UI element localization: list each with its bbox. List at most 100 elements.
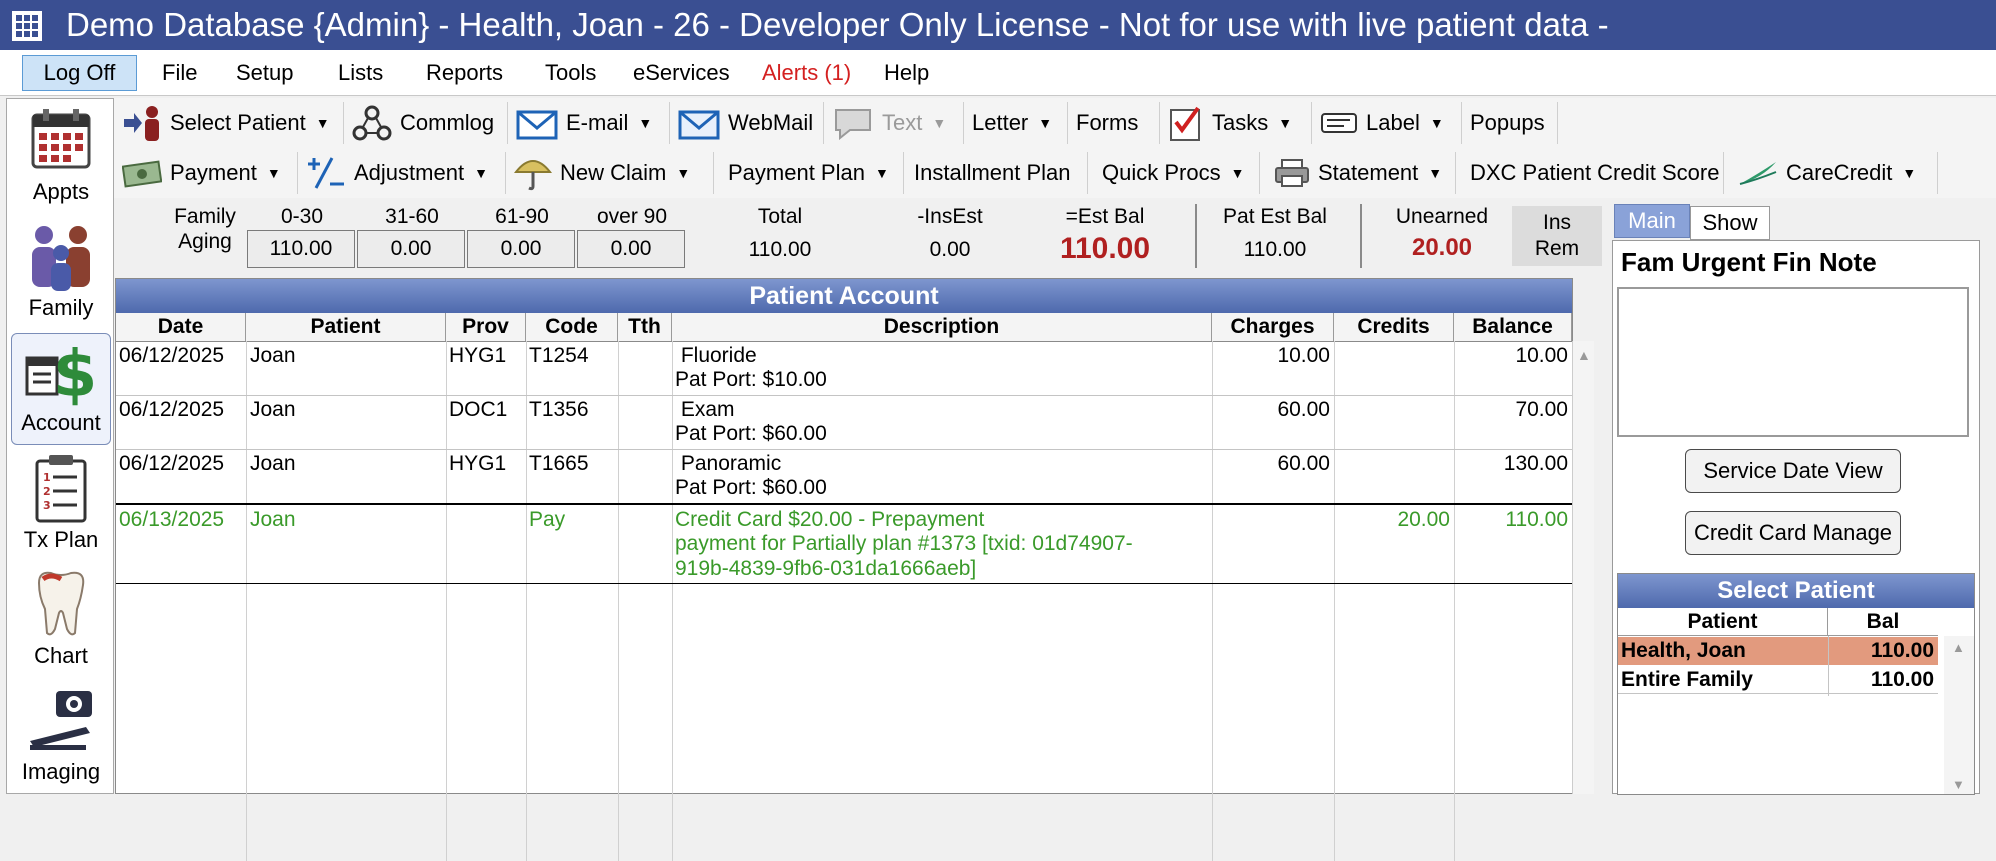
logoff-button[interactable]: Log Off [22, 55, 137, 91]
payment-label: Payment [170, 160, 257, 185]
menu-eservices[interactable]: eServices [633, 60, 730, 86]
col-date[interactable]: Date [116, 313, 246, 341]
carecredit-button[interactable]: CareCredit ▼ [1724, 152, 1938, 194]
menu-file[interactable]: File [162, 60, 197, 86]
new-claim-button[interactable]: New Claim ▼ [506, 152, 714, 194]
ins-rem-button[interactable]: Ins Rem [1512, 206, 1602, 266]
tab-show[interactable]: Show [1690, 206, 1770, 240]
payment-button[interactable]: Payment ▼ [114, 152, 298, 194]
table-row[interactable]: 06/13/2025 Joan Pay Credit Card $20.00 -… [116, 505, 1572, 584]
cell-description: Fluoride [675, 344, 757, 367]
forms-button[interactable]: Forms [1068, 102, 1160, 144]
payment-plan-button[interactable]: Payment Plan ▼ [714, 152, 904, 194]
menu-alerts[interactable]: Alerts (1) [762, 60, 851, 86]
dropdown-arrow-icon[interactable]: ▼ [316, 115, 330, 131]
insest-label: -InsEst [917, 205, 983, 228]
service-date-view-button[interactable]: Service Date View [1685, 449, 1901, 493]
credit-card-manage-button[interactable]: Credit Card Manage [1685, 511, 1901, 555]
select-patient-scrollbar[interactable]: ▲ ▼ [1944, 636, 1974, 794]
ins-rem-line2: Rem [1534, 237, 1580, 260]
fam-note-textarea[interactable] [1617, 287, 1969, 437]
cell-description-line2: Pat Port: $60.00 [675, 422, 827, 445]
scroll-up-icon[interactable]: ▲ [1952, 640, 1965, 655]
module-txplan[interactable]: 123 Tx Plan [11, 449, 111, 561]
scroll-up-icon[interactable]: ▲ [1577, 347, 1591, 363]
installment-plan-button[interactable]: Installment Plan [904, 152, 1088, 194]
col-balance[interactable]: Balance [1454, 313, 1572, 341]
module-bar: Appts Family $ Account 123 Tx Plan Chart… [6, 98, 114, 794]
forms-label: Forms [1076, 110, 1139, 135]
dxc-credit-score-button[interactable]: DXC Patient Credit Score [1456, 152, 1724, 194]
carecredit-logo-icon [1739, 162, 1777, 185]
dropdown-arrow-icon[interactable]: ▼ [676, 165, 690, 181]
tab-main[interactable]: Main [1614, 204, 1690, 238]
account-toolbar: Payment ▼ Adjustment ▼ New Claim ▼ Payment … [114, 148, 1996, 198]
menu-setup[interactable]: Setup [236, 60, 294, 86]
dropdown-arrow-icon[interactable]: ▼ [1278, 115, 1292, 131]
total-label: Total [757, 205, 803, 228]
tasks-button[interactable]: Tasks ▼ [1160, 102, 1312, 144]
list-item[interactable]: Entire Family 110.00 [1618, 666, 1938, 694]
col-description[interactable]: Description [672, 313, 1212, 341]
dropdown-arrow-icon[interactable]: ▼ [474, 165, 488, 181]
cell-description-line3: 919b-4839-9fb6-031da1666aeb] [675, 557, 977, 580]
text-button[interactable]: Text ▼ [824, 102, 964, 144]
webmail-button[interactable]: WebMail [670, 102, 824, 144]
col-prov[interactable]: Prov [446, 313, 526, 341]
cell-description-line2: Pat Port: $60.00 [675, 476, 827, 499]
dropdown-arrow-icon[interactable]: ▼ [1430, 115, 1444, 131]
table-row[interactable]: 06/12/2025 Joan HYG1 T1665 Panoramic Pat… [116, 449, 1572, 505]
dropdown-arrow-icon[interactable]: ▼ [1902, 165, 1916, 181]
cell-date: 06/12/2025 [119, 398, 225, 421]
dropdown-arrow-icon[interactable]: ▼ [1428, 165, 1442, 181]
commlog-button[interactable]: Commlog [344, 102, 508, 144]
module-imaging[interactable]: Imaging [11, 681, 111, 793]
menu-lists[interactable]: Lists [338, 60, 383, 86]
adjustment-button[interactable]: Adjustment ▼ [298, 152, 506, 194]
col-patient[interactable]: Patient [246, 313, 446, 341]
scroll-down-icon[interactable]: ▼ [1952, 777, 1965, 792]
col-code[interactable]: Code [526, 313, 618, 341]
select-patient-button[interactable]: Select Patient ▼ [114, 102, 344, 144]
cell-date: 06/13/2025 [119, 508, 225, 531]
dropdown-arrow-icon[interactable]: ▼ [1231, 165, 1245, 181]
module-appts[interactable]: Appts [11, 101, 111, 213]
col-charges[interactable]: Charges [1212, 313, 1334, 341]
list-item[interactable]: Health, Joan 110.00 [1618, 637, 1938, 665]
dropdown-arrow-icon[interactable]: ▼ [932, 115, 946, 131]
cell-prov: DOC1 [449, 398, 508, 421]
module-chart[interactable]: Chart [11, 565, 111, 677]
dropdown-arrow-icon[interactable]: ▼ [875, 165, 889, 181]
commlog-icon [352, 105, 392, 141]
family-icon [32, 226, 90, 291]
estbal-value: 110.00 [1059, 232, 1151, 265]
insest-value: 0.00 [929, 238, 971, 261]
dropdown-arrow-icon[interactable]: ▼ [1038, 115, 1052, 131]
dropdown-arrow-icon[interactable]: ▼ [267, 165, 281, 181]
letter-button[interactable]: Letter ▼ [964, 102, 1068, 144]
popups-button[interactable]: Popups [1462, 102, 1558, 144]
dxc-label: DXC Patient Credit Score [1470, 160, 1720, 185]
col-credits[interactable]: Credits [1334, 313, 1454, 341]
quick-procs-button[interactable]: Quick Procs ▼ [1088, 152, 1260, 194]
table-row[interactable]: 06/12/2025 Joan DOC1 T1356 Exam Pat Port… [116, 395, 1572, 450]
dropdown-arrow-icon[interactable]: ▼ [638, 115, 652, 131]
module-family[interactable]: Family [11, 217, 111, 329]
module-account[interactable]: $ Account [11, 333, 111, 445]
app-icon[interactable] [12, 11, 42, 41]
table-row[interactable]: 06/12/2025 Joan HYG1 T1254 Fluoride Pat … [116, 341, 1572, 396]
col-tth[interactable]: Tth [618, 313, 672, 341]
col-patient[interactable]: Patient [1618, 608, 1828, 636]
svg-text:1: 1 [43, 471, 51, 484]
commlog-label: Commlog [400, 110, 495, 135]
menu-help[interactable]: Help [884, 60, 929, 86]
grid-scrollbar[interactable]: ▲ [1572, 341, 1594, 794]
divider [1195, 204, 1197, 268]
label-button[interactable]: Label ▼ [1312, 102, 1462, 144]
col-bal[interactable]: Bal [1828, 608, 1938, 636]
menu-tools[interactable]: Tools [545, 60, 596, 86]
email-button[interactable]: E-mail ▼ [508, 102, 670, 144]
menu-reports[interactable]: Reports [426, 60, 503, 86]
cell-prov: HYG1 [449, 344, 507, 367]
statement-button[interactable]: Statement ▼ [1260, 152, 1456, 194]
